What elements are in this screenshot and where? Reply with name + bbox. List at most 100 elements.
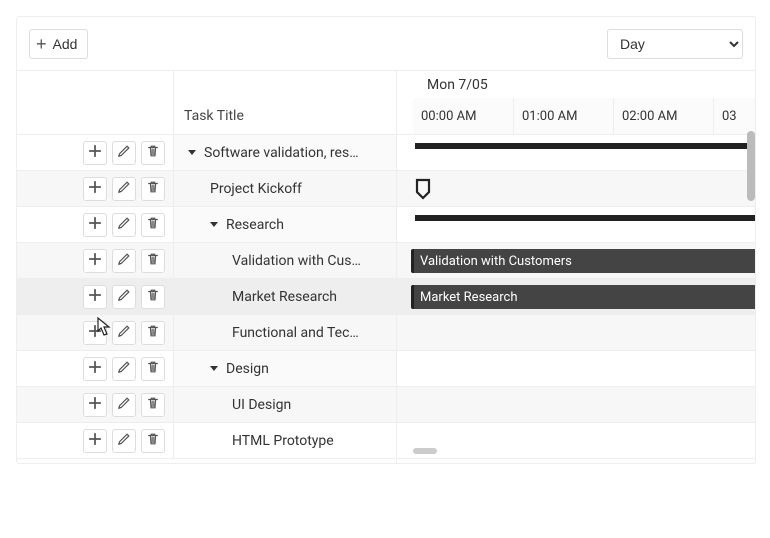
- plus-icon: [88, 288, 102, 306]
- edit-button[interactable]: [112, 141, 136, 165]
- delete-button[interactable]: [141, 393, 165, 417]
- delete-button[interactable]: [141, 177, 165, 201]
- timeline-row: [397, 423, 755, 459]
- delete-button[interactable]: [141, 141, 165, 165]
- task-title-text: Functional and Tec…: [232, 325, 359, 341]
- edit-button[interactable]: [112, 285, 136, 309]
- add-child-button[interactable]: [83, 393, 107, 417]
- toolbar: + Add Day: [17, 17, 755, 71]
- add-child-button[interactable]: [83, 357, 107, 381]
- edit-button[interactable]: [112, 321, 136, 345]
- task-row: Research: [17, 207, 396, 243]
- task-row: Project Kickoff: [17, 171, 396, 207]
- edit-button[interactable]: [112, 393, 136, 417]
- actions-column-header: [17, 71, 174, 135]
- row-actions: [17, 207, 174, 242]
- add-child-button[interactable]: [83, 285, 107, 309]
- add-button[interactable]: + Add: [29, 29, 88, 59]
- hour-column: 00:00 AM: [413, 98, 513, 134]
- task-title-cell[interactable]: Research: [174, 207, 396, 242]
- task-title-text: UI Design: [232, 397, 291, 413]
- task-title-cell[interactable]: Project Kickoff: [174, 171, 396, 206]
- row-actions: [17, 423, 174, 458]
- delete-button[interactable]: [141, 357, 165, 381]
- pencil-icon: [117, 396, 131, 414]
- task-title-cell[interactable]: Software validation, res…: [174, 135, 396, 170]
- task-title-cell[interactable]: Market Research: [174, 279, 396, 314]
- add-child-button[interactable]: [83, 213, 107, 237]
- plus-icon: [88, 432, 102, 450]
- task-row: Functional and Tec…: [17, 315, 396, 351]
- add-child-button[interactable]: [83, 321, 107, 345]
- expand-toggle-icon[interactable]: [188, 150, 196, 155]
- timeline-body: Validation with Customers Market Research: [397, 135, 755, 459]
- row-actions: [17, 243, 174, 278]
- trash-icon: [146, 288, 160, 306]
- task-title-cell[interactable]: Design: [174, 351, 396, 386]
- row-actions: [17, 135, 174, 170]
- edit-button[interactable]: [112, 249, 136, 273]
- task-row: Software validation, res…: [17, 135, 396, 171]
- add-child-button[interactable]: [83, 249, 107, 273]
- timescale-select[interactable]: Day: [607, 29, 743, 59]
- plus-icon: [88, 324, 102, 342]
- row-actions: [17, 315, 174, 350]
- task-bar[interactable]: Validation with Customers: [411, 249, 755, 273]
- add-button-label: Add: [53, 36, 78, 52]
- hour-column: 02:00 AM: [613, 98, 713, 134]
- plus-icon: [88, 180, 102, 198]
- timeline-row: Market Research: [397, 279, 755, 315]
- task-bar[interactable]: Market Research: [411, 285, 755, 309]
- content-area: Task Title Software validation, res… Proj…: [17, 71, 755, 463]
- vertical-scrollbar[interactable]: [747, 131, 755, 201]
- delete-button[interactable]: [141, 321, 165, 345]
- delete-button[interactable]: [141, 429, 165, 453]
- hour-column: 01:00 AM: [513, 98, 613, 134]
- hour-axis: 00:00 AM01:00 AM02:00 AM03: [397, 98, 755, 134]
- delete-button[interactable]: [141, 213, 165, 237]
- resize-handle[interactable]: [413, 448, 437, 454]
- task-row: Market Research: [17, 279, 396, 315]
- pencil-icon: [117, 252, 131, 270]
- hour-column: 03: [713, 98, 755, 134]
- task-bar-label: Market Research: [420, 290, 518, 305]
- add-child-button[interactable]: [83, 177, 107, 201]
- plus-icon: [88, 360, 102, 378]
- plus-icon: [88, 252, 102, 270]
- pencil-icon: [117, 432, 131, 450]
- add-child-button[interactable]: [83, 429, 107, 453]
- task-title-cell[interactable]: UI Design: [174, 387, 396, 422]
- edit-button[interactable]: [112, 357, 136, 381]
- task-title-cell[interactable]: Functional and Tec…: [174, 315, 396, 350]
- task-title-column-header: Task Title: [174, 71, 396, 135]
- summary-bar[interactable]: [415, 215, 755, 221]
- plus-icon: [88, 144, 102, 162]
- pencil-icon: [117, 216, 131, 234]
- task-title-cell[interactable]: Validation with Cus…: [174, 243, 396, 278]
- task-title-text: Market Research: [232, 289, 337, 305]
- task-title-text: Design: [226, 361, 269, 377]
- add-child-button[interactable]: [83, 141, 107, 165]
- edit-button[interactable]: [112, 213, 136, 237]
- gantt-container: + Add Day Task Title Software validation…: [16, 16, 756, 464]
- pencil-icon: [117, 288, 131, 306]
- row-actions: [17, 279, 174, 314]
- delete-button[interactable]: [141, 285, 165, 309]
- task-title-text: Research: [226, 217, 284, 233]
- milestone-marker[interactable]: [415, 178, 437, 200]
- timeline-row: [397, 387, 755, 423]
- task-title-text: Software validation, res…: [204, 145, 359, 161]
- timeline-day-label: Mon 7/05: [427, 77, 488, 93]
- pencil-icon: [117, 180, 131, 198]
- trash-icon: [146, 180, 160, 198]
- timeline-row: [397, 171, 755, 207]
- expand-toggle-icon[interactable]: [210, 366, 218, 371]
- edit-button[interactable]: [112, 429, 136, 453]
- task-row: Design: [17, 351, 396, 387]
- expand-toggle-icon[interactable]: [210, 222, 218, 227]
- edit-button[interactable]: [112, 177, 136, 201]
- summary-bar[interactable]: [415, 143, 755, 149]
- pencil-icon: [117, 360, 131, 378]
- delete-button[interactable]: [141, 249, 165, 273]
- task-title-cell[interactable]: HTML Prototype: [174, 423, 396, 458]
